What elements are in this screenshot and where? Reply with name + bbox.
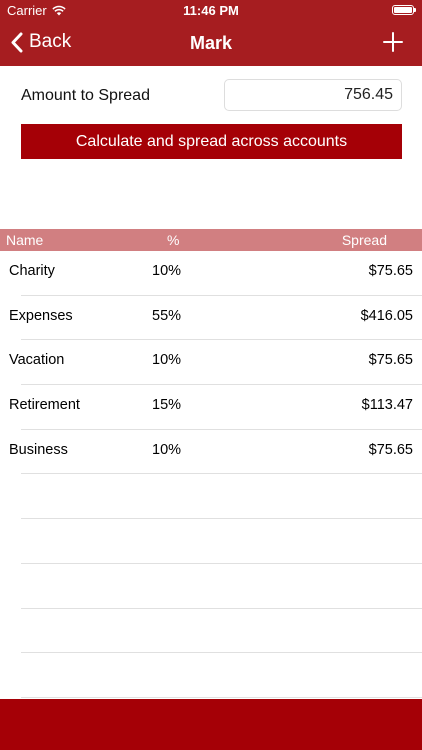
header-spread: Spread [341, 232, 387, 248]
amount-row: Amount to Spread [21, 79, 402, 113]
empty-row [0, 564, 422, 609]
status-time: 11:46 PM [183, 3, 239, 18]
amount-label: Amount to Spread [21, 87, 150, 104]
status-bar: Carrier 11:46 PM [0, 0, 422, 22]
header-percent: % [167, 232, 180, 248]
account-percent: 15% [152, 397, 182, 414]
accounts-list: Charity 10% $75.65 Expenses 55% $416.05 … [0, 251, 422, 698]
account-spread: $75.65 [368, 441, 413, 458]
bottom-bar [0, 699, 422, 750]
empty-row [0, 653, 422, 698]
account-spread: $113.47 [361, 397, 413, 414]
table-row[interactable]: Business 10% $75.65 [0, 430, 422, 475]
account-percent: 10% [152, 263, 182, 279]
row-divider [21, 696, 422, 698]
battery-icon [392, 5, 416, 15]
top-bar: Carrier 11:46 PM Back Mark [0, 0, 422, 66]
calculate-button[interactable]: Calculate and spread across accounts [21, 124, 402, 159]
account-spread: $75.65 [368, 352, 413, 369]
table-row[interactable]: Charity 10% $75.65 [0, 251, 422, 296]
account-name: Vacation [9, 352, 65, 369]
empty-row [0, 474, 422, 520]
header-name: Name [6, 232, 44, 248]
table-row[interactable]: Vacation 10% $75.65 [0, 340, 422, 386]
table-row[interactable]: Retirement 15% $113.47 [0, 385, 422, 430]
account-spread: $75.65 [368, 263, 413, 279]
account-name: Business [9, 441, 68, 458]
account-name: Retirement [9, 397, 80, 414]
plus-icon[interactable] [382, 31, 404, 53]
page-title: Mark [189, 33, 233, 53]
account-spread: $416.05 [360, 307, 413, 324]
table-header: Name % Spread [0, 229, 422, 251]
empty-row [0, 609, 422, 654]
navigation-bar: Back Mark [0, 22, 422, 66]
account-percent: 55% [152, 307, 182, 324]
empty-row [0, 519, 422, 564]
account-name: Expenses [9, 307, 73, 324]
account-percent: 10% [152, 352, 182, 369]
account-name: Charity [9, 263, 55, 279]
table-row[interactable]: Expenses 55% $416.05 [0, 296, 422, 341]
account-percent: 10% [152, 441, 182, 458]
amount-input[interactable] [224, 79, 402, 111]
